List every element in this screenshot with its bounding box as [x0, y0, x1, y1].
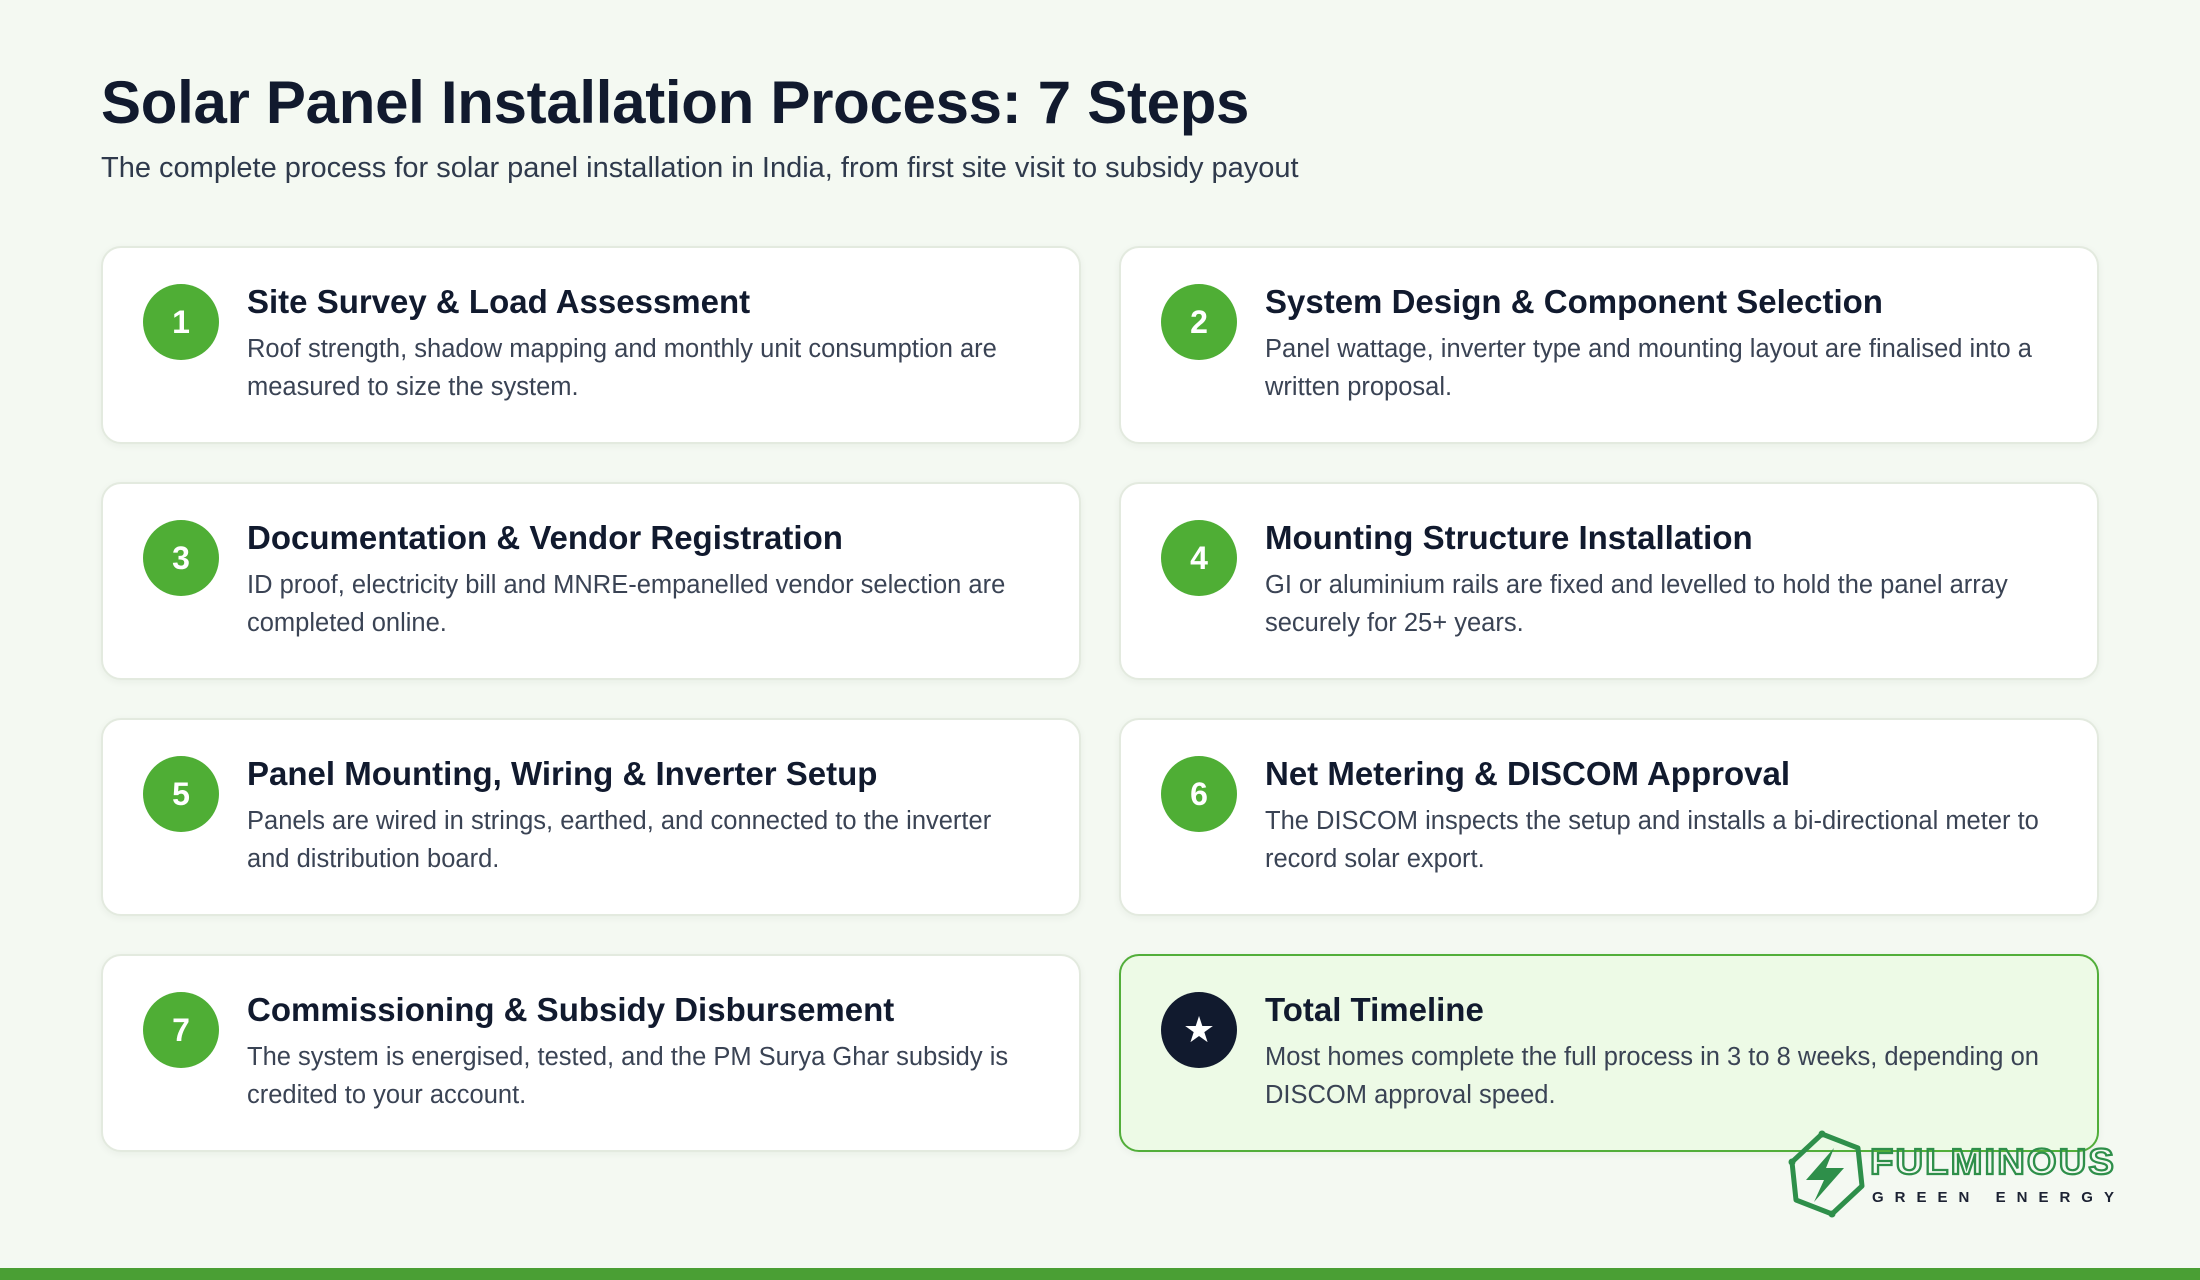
step-card-2: 2 System Design & Component Selection Pa… — [1119, 246, 2099, 444]
step-title: System Design & Component Selection — [1265, 283, 1883, 320]
step-description: The DISCOM inspects the setup and instal… — [1265, 807, 2039, 873]
step-number-badge: 2 — [1161, 284, 1237, 360]
step-description: ID proof, electricity bill and MNRE-empa… — [247, 571, 1006, 637]
step-number-badge: 3 — [143, 520, 219, 596]
step-card-4: 4 Mounting Structure Installation GI or … — [1119, 482, 2099, 680]
brand-logo: FULMINOUS GREEN ENERGY — [1788, 1130, 2116, 1218]
step-card-6: 6 Net Metering & DISCOM Approval The DIS… — [1119, 718, 2099, 916]
summary-title: Total Timeline — [1265, 991, 1484, 1028]
step-description: Panels are wired in strings, earthed, an… — [247, 807, 992, 873]
step-title: Documentation & Vendor Registration — [247, 519, 843, 556]
star-icon: ★ — [1161, 992, 1237, 1068]
lightning-hexagon-icon — [1788, 1130, 1865, 1218]
step-number-badge: 4 — [1161, 520, 1237, 596]
step-description: Panel wattage, inverter type and mountin… — [1265, 335, 2032, 401]
step-card-1: 1 Site Survey & Load Assessment Roof str… — [101, 246, 1081, 444]
bottom-accent-bar — [0, 1268, 2200, 1280]
page-subtitle: The complete process for solar panel ins… — [101, 152, 1299, 184]
logo-brand-name: FULMINOUS — [1870, 1141, 2116, 1182]
step-description: GI or aluminium rails are fixed and leve… — [1265, 571, 2008, 637]
step-number-badge: 1 — [143, 284, 219, 360]
logo-tagline: GREEN ENERGY — [1872, 1189, 2114, 1206]
summary-description: Most homes complete the full process in … — [1265, 1043, 2039, 1109]
step-title: Site Survey & Load Assessment — [247, 283, 751, 320]
step-card-7: 7 Commissioning & Subsidy Disbursement T… — [101, 954, 1081, 1152]
step-description: Roof strength, shadow mapping and monthl… — [247, 335, 997, 401]
step-title: Net Metering & DISCOM Approval — [1265, 755, 1790, 792]
step-number-badge: 6 — [1161, 756, 1237, 832]
steps-grid: 1 Site Survey & Load Assessment Roof str… — [101, 246, 2099, 1152]
step-card-3: 3 Documentation & Vendor Registration ID… — [101, 482, 1081, 680]
total-timeline-card: ★ Total Timeline Most homes complete the… — [1119, 954, 2099, 1152]
page-title: Solar Panel Installation Process: 7 Step… — [101, 69, 1250, 136]
step-number-badge: 7 — [143, 992, 219, 1068]
step-title: Commissioning & Subsidy Disbursement — [247, 991, 895, 1028]
step-description: The system is energised, tested, and the… — [247, 1043, 1009, 1109]
step-title: Mounting Structure Installation — [1265, 519, 1753, 556]
step-number-badge: 5 — [143, 756, 219, 832]
step-title: Panel Mounting, Wiring & Inverter Setup — [247, 755, 878, 792]
step-card-5: 5 Panel Mounting, Wiring & Inverter Setu… — [101, 718, 1081, 916]
page: { "header": { "title": "Solar Panel Inst… — [0, 0, 2200, 1280]
